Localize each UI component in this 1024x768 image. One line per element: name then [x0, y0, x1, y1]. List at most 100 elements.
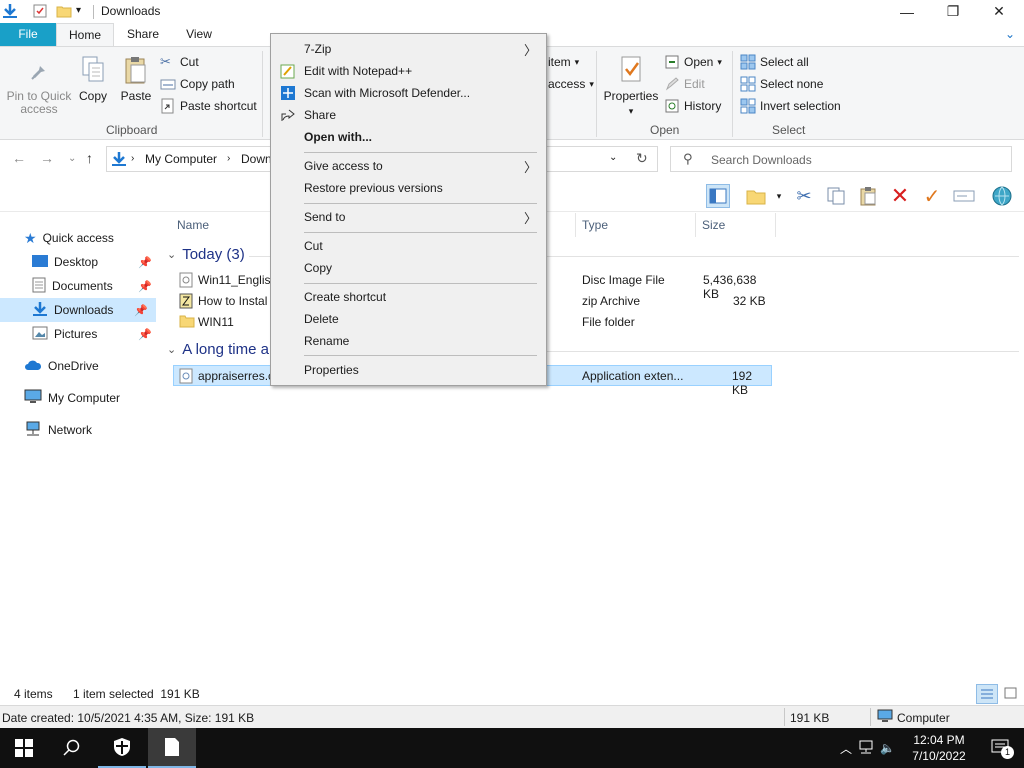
- address-dropdown-icon[interactable]: ⌄: [609, 152, 617, 163]
- tab-home[interactable]: Home: [56, 23, 114, 46]
- group-header-long-ago[interactable]: ⌄ A long time a: [167, 341, 269, 358]
- select-none-button[interactable]: Select none: [740, 75, 823, 93]
- system-tray: ︿ 🔈: [840, 728, 902, 768]
- globe-toolbar-icon[interactable]: [990, 184, 1014, 208]
- column-header-type[interactable]: Type: [582, 218, 608, 232]
- nav-downloads[interactable]: Downloads 📌: [0, 298, 156, 322]
- menu-item-copy[interactable]: Copy: [271, 257, 546, 279]
- preview-pane-icon[interactable]: [706, 184, 730, 208]
- checkmark-toolbar-icon[interactable]: ✓: [920, 184, 944, 208]
- paste-toolbar-icon[interactable]: [856, 184, 880, 208]
- edit-button[interactable]: Edit: [664, 75, 705, 93]
- new-folder-toolbar-icon[interactable]: [744, 184, 768, 208]
- tab-file[interactable]: File: [0, 23, 56, 46]
- minimize-button[interactable]: —: [884, 0, 930, 23]
- notification-button[interactable]: 1: [980, 728, 1020, 768]
- menu-item-notepad[interactable]: Edit with Notepad++: [271, 60, 546, 82]
- menu-item-share[interactable]: Share: [271, 104, 546, 126]
- paste-shortcut-button[interactable]: Paste shortcut: [160, 97, 257, 115]
- nav-desktop[interactable]: Desktop 📌: [32, 250, 160, 274]
- select-all-button[interactable]: Select all: [740, 53, 809, 71]
- menu-item-restore-versions[interactable]: Restore previous versions: [271, 177, 546, 199]
- back-arrow-icon[interactable]: ←: [12, 150, 26, 166]
- cut-label: Cut: [180, 55, 199, 69]
- details-view-icon[interactable]: [976, 684, 998, 704]
- start-button[interactable]: [0, 728, 48, 768]
- menu-item-properties[interactable]: Properties: [271, 359, 546, 381]
- submenu-arrow-icon: 〉: [523, 160, 537, 175]
- copy-path-icon: [160, 76, 176, 92]
- history-button[interactable]: History: [664, 97, 721, 115]
- nav-network[interactable]: Network: [24, 418, 92, 442]
- menu-item-delete[interactable]: Delete: [271, 308, 546, 330]
- search-input[interactable]: ⚲ Search Downloads: [670, 146, 1012, 172]
- taskbar-security-app[interactable]: [98, 728, 146, 768]
- menu-separator: [304, 152, 537, 153]
- share-icon: [280, 107, 296, 123]
- nav-my-computer[interactable]: My Computer: [24, 386, 120, 410]
- copy-path-button[interactable]: Copy path: [160, 75, 235, 93]
- menu-item-label: Scan with Microsoft Defender...: [304, 86, 471, 100]
- nav-quick-access[interactable]: ★ Quick access: [24, 226, 114, 250]
- invert-selection-button[interactable]: Invert selection: [740, 97, 841, 115]
- column-header-size[interactable]: Size: [702, 218, 725, 232]
- close-button[interactable]: ✕: [976, 0, 1022, 23]
- network-tray-icon[interactable]: [858, 740, 874, 757]
- column-header-name[interactable]: Name: [177, 218, 209, 232]
- nav-downloads-label: Downloads: [54, 303, 114, 317]
- menu-item-defender[interactable]: Scan with Microsoft Defender...: [271, 82, 546, 104]
- delete-toolbar-icon[interactable]: ✕: [888, 183, 912, 208]
- menu-item-open-with[interactable]: Open with...: [271, 126, 546, 148]
- rename-toolbar-icon[interactable]: [952, 184, 976, 208]
- up-arrow-icon[interactable]: ↑: [86, 150, 93, 166]
- cut-button[interactable]: ✂ Cut: [160, 53, 199, 71]
- cut-toolbar-icon[interactable]: ✂: [792, 184, 816, 208]
- properties-icon[interactable]: [32, 3, 48, 19]
- selection-info: 1 item selected 191 KB: [73, 687, 200, 701]
- menu-item-7zip[interactable]: 7-Zip 〉: [271, 38, 546, 60]
- nav-onedrive[interactable]: OneDrive: [24, 354, 99, 378]
- tab-share[interactable]: Share: [118, 23, 168, 46]
- menu-item-cut[interactable]: Cut: [271, 235, 546, 257]
- group-divider: [547, 351, 1019, 352]
- menu-item-create-shortcut[interactable]: Create shortcut: [271, 286, 546, 308]
- paste-button[interactable]: Paste: [118, 55, 154, 103]
- show-hidden-icons-icon[interactable]: ︿: [840, 740, 852, 757]
- menu-item-rename[interactable]: Rename: [271, 330, 546, 352]
- menu-item-label: Give access to: [304, 159, 383, 173]
- refresh-icon[interactable]: ↻: [636, 150, 648, 167]
- easy-access-button[interactable]: access ▾: [548, 75, 594, 93]
- group-header-today[interactable]: ⌄ Today (3): [167, 246, 245, 263]
- pin-quick-access-button[interactable]: Pin to Quick access: [4, 57, 74, 116]
- breadcrumb-my-computer[interactable]: My Computer: [145, 152, 217, 166]
- menu-item-label: Delete: [304, 312, 339, 326]
- copy-toolbar-icon[interactable]: [824, 184, 848, 208]
- cloud-icon: [24, 359, 42, 374]
- copy-button[interactable]: Copy: [76, 55, 110, 103]
- menu-item-give-access[interactable]: Give access to 〉: [271, 155, 546, 177]
- toolbar-dropdown-icon[interactable]: ▾: [772, 184, 786, 208]
- nav-pictures[interactable]: Pictures 📌: [32, 322, 160, 346]
- search-button[interactable]: [48, 728, 96, 768]
- breadcrumb-downloads[interactable]: Down: [241, 152, 272, 166]
- open-button[interactable]: Open ▾: [664, 53, 722, 71]
- details-location: Computer: [897, 711, 950, 725]
- large-icons-view-icon[interactable]: [1002, 685, 1022, 703]
- customize-qat-icon[interactable]: ▾: [76, 5, 92, 21]
- taskbar-file-app[interactable]: [148, 728, 196, 768]
- tab-view[interactable]: View: [176, 23, 222, 46]
- volume-icon[interactable]: 🔈: [880, 741, 895, 755]
- help-chevron-icon[interactable]: ⌄: [998, 23, 1022, 46]
- menu-item-send-to[interactable]: Send to 〉: [271, 206, 546, 228]
- new-item-button[interactable]: item ▾: [548, 53, 579, 71]
- new-folder-icon[interactable]: [56, 3, 72, 19]
- recent-locations-icon[interactable]: ⌄: [68, 153, 76, 164]
- forward-arrow-icon[interactable]: →: [40, 150, 54, 166]
- maximize-button[interactable]: ❐: [930, 0, 976, 23]
- nav-documents[interactable]: Documents 📌: [32, 274, 160, 298]
- network-icon: [24, 421, 42, 440]
- clock[interactable]: 12:04 PM 7/10/2022: [906, 728, 972, 768]
- file-type: Application exten...: [582, 369, 684, 383]
- shield-icon: [114, 738, 130, 756]
- properties-button[interactable]: Properties ▾: [602, 55, 660, 117]
